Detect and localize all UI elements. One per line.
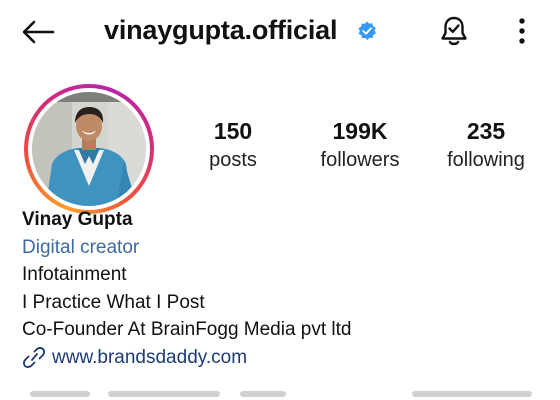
more-vertical-icon: [519, 18, 525, 44]
posts-label: posts: [209, 149, 257, 171]
cropped-text-fragment: [412, 391, 532, 397]
following-stat[interactable]: 235 following: [426, 117, 546, 175]
following-label: following: [447, 149, 525, 171]
followers-stat[interactable]: 199K followers: [300, 117, 420, 175]
bell-check-icon: [441, 16, 467, 46]
following-count: 235: [466, 118, 506, 144]
profile-photo: [32, 92, 146, 206]
posts-stat[interactable]: 150 posts: [173, 117, 293, 175]
verified-badge-icon: [358, 21, 376, 40]
profile-website-text: www.brandsdaddy.com: [52, 346, 248, 368]
cropped-text-fragment: [240, 391, 286, 397]
profile-website-link[interactable]: www.brandsdaddy.com: [22, 344, 542, 372]
more-options-button[interactable]: [508, 13, 536, 49]
cropped-text-fragment: [30, 391, 90, 397]
profile-display-name: Vinay Gupta: [22, 209, 133, 230]
followers-count: 199K: [332, 118, 388, 144]
profile-bio: Vinay Gupta Digital creator Infotainment…: [22, 206, 542, 371]
bio-line-2: I Practice What I Post: [22, 291, 205, 313]
profile-username: vinaygupta.official: [104, 15, 338, 45]
cropped-text-fragment: [108, 391, 220, 397]
arrow-left-icon: [22, 20, 55, 44]
cropped-content-row: [24, 381, 536, 400]
profile-category: Digital creator: [22, 236, 140, 258]
bio-line-1: Infotainment: [22, 264, 127, 285]
notification-bell-button[interactable]: [436, 13, 472, 49]
link-icon: [22, 346, 46, 369]
back-button[interactable]: [18, 12, 58, 52]
profile-header: vinaygupta.official: [0, 0, 560, 62]
avatar: [32, 92, 146, 206]
bio-line-3: Co-Founder At BrainFogg Media pvt ltd: [22, 319, 352, 340]
followers-label: followers: [320, 149, 400, 171]
posts-count: 150: [213, 118, 253, 144]
profile-avatar-story-ring[interactable]: [24, 84, 154, 214]
